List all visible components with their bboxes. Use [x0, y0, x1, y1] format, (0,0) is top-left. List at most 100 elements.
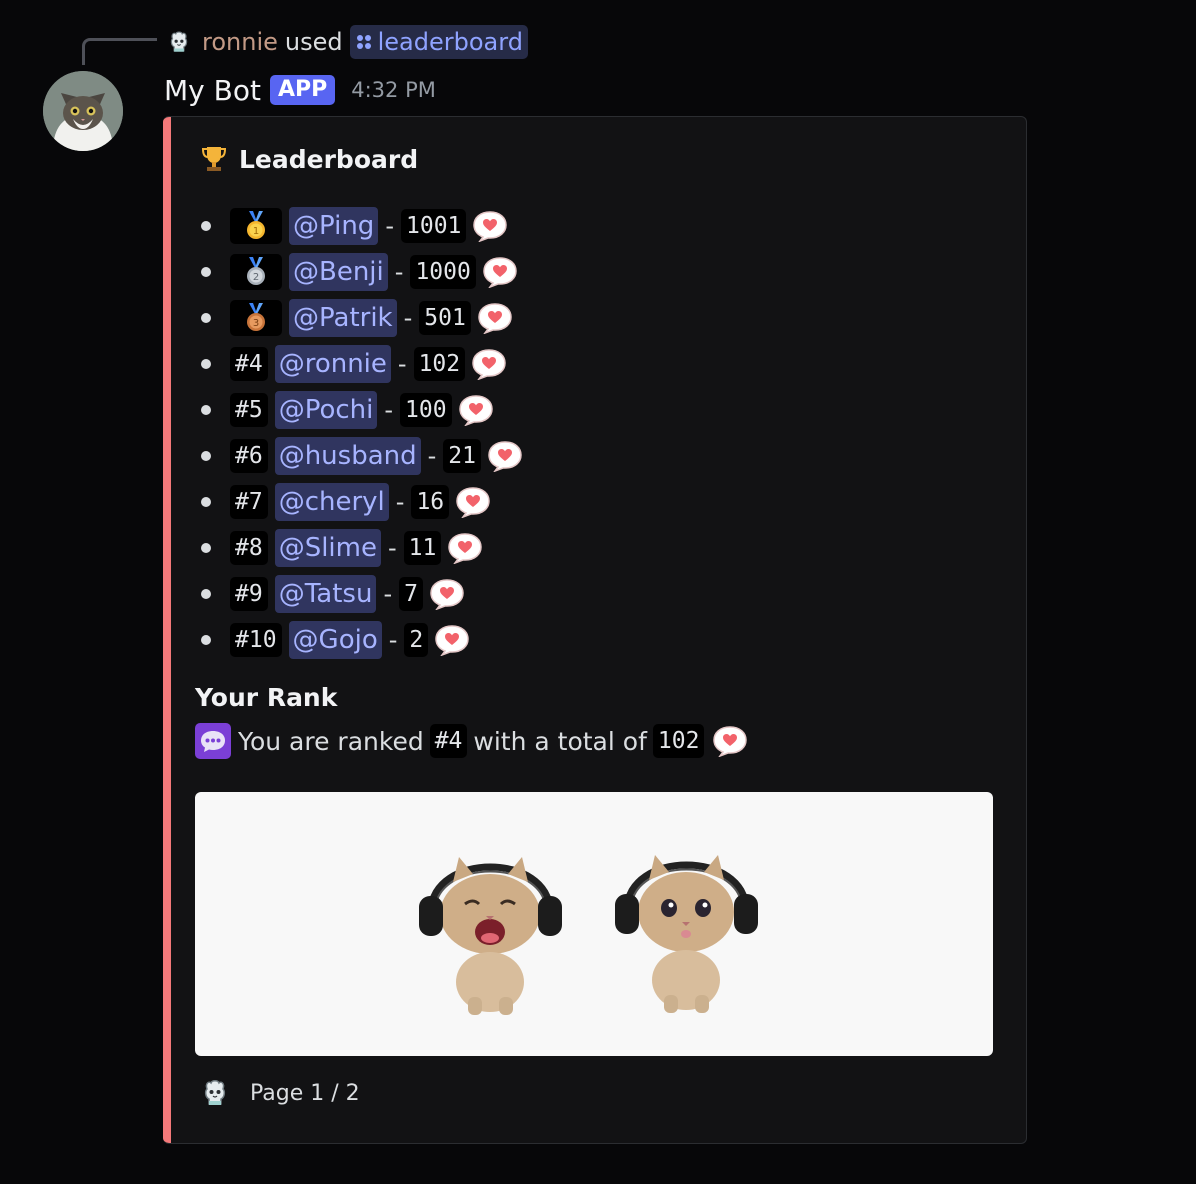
bot-name[interactable]: My Bot [164, 74, 261, 107]
rank-badge: #4 [230, 347, 268, 381]
separator: - [384, 396, 394, 424]
rank-badge: #10 [230, 623, 282, 657]
bot-avatar-icon [199, 1077, 231, 1109]
list-item: #9 @Tatsu - 7 [199, 571, 523, 617]
embed-footer: Page 1 / 2 [199, 1075, 360, 1111]
your-rank-value: #4 [429, 724, 468, 758]
your-rank-line: You are ranked #4 with a total of 102 [195, 721, 748, 761]
embed-title: Leaderboard [201, 144, 418, 174]
separator: - [397, 350, 407, 378]
medal-number: 3 [253, 318, 259, 329]
user-mention[interactable]: @Ping [289, 207, 379, 245]
separator: - [394, 258, 404, 286]
list-item: #6 @husband - 21 [199, 433, 523, 479]
page-indicator: Page 1 / 2 [250, 1080, 360, 1106]
medal-number: 1 [253, 226, 259, 237]
list-item: 3 @Patrik - 501 [199, 295, 523, 341]
list-item: #7 @cheryl - 16 [199, 479, 523, 525]
score-value: 16 [411, 485, 450, 519]
user-mention[interactable]: @Pochi [274, 391, 378, 429]
user-mention[interactable]: @Gojo [288, 621, 382, 659]
separator: - [403, 304, 413, 332]
slash-command-chip[interactable]: leaderboard [349, 25, 528, 59]
score-value: 11 [403, 531, 442, 565]
separator: - [385, 212, 394, 240]
heart-speech-bubble-icon [447, 532, 483, 564]
embed-title-text: Leaderboard [239, 144, 419, 174]
separator: - [383, 580, 393, 608]
heart-speech-bubble-icon [477, 302, 513, 334]
bullet [201, 221, 211, 231]
score-value: 100 [400, 393, 452, 427]
message-header: My Bot APP 4:32 PM [164, 70, 436, 110]
heart-speech-bubble-icon [472, 210, 508, 242]
list-item: #5 @Pochi - 100 [199, 387, 523, 433]
heart-speech-bubble-icon [458, 394, 494, 426]
calm-cat-headphones-image [615, 855, 758, 1013]
user-mention[interactable]: @ronnie [274, 345, 391, 383]
list-item: #10 @Gojo - 2 [199, 617, 523, 663]
bullet [201, 405, 211, 415]
separator: - [427, 442, 437, 470]
your-total-value: 102 [652, 724, 705, 758]
rank-badge: #8 [230, 531, 268, 565]
user-mention[interactable]: @Benji [289, 253, 388, 291]
user-mention[interactable]: @husband [274, 437, 421, 475]
user-mention[interactable]: @Slime [274, 529, 381, 567]
bullet [201, 359, 211, 369]
rank-badge: 1 [230, 208, 282, 244]
separator: - [387, 534, 397, 562]
speech-bubble-icon [195, 723, 231, 759]
embed-accent-bar [163, 117, 171, 1143]
score-value: 21 [443, 439, 481, 473]
embed-image[interactable] [195, 792, 993, 1056]
leaderboard-embed: Leaderboard 1 @Ping - 1001 2 @Benji - 10… [163, 116, 1027, 1144]
ronnie-avatar-icon[interactable] [166, 29, 192, 55]
bronze-medal-icon: 3 [247, 303, 265, 331]
bullet [201, 267, 211, 277]
separator: - [395, 488, 405, 516]
trophy-icon [201, 147, 227, 171]
heart-speech-bubble-icon [455, 486, 491, 518]
user-mention[interactable]: @Patrik [289, 299, 397, 337]
separator: - [388, 626, 398, 654]
heart-speech-bubble-icon [712, 725, 748, 757]
reply-connector [82, 38, 157, 65]
command-reference[interactable]: ronnie used leaderboard [166, 25, 528, 59]
rank-badge: 3 [230, 300, 282, 336]
user-mention[interactable]: @cheryl [274, 483, 389, 521]
singing-cat-headphones-image [419, 857, 562, 1015]
heart-speech-bubble-icon [429, 578, 465, 610]
bullet [201, 543, 211, 553]
medal-number: 2 [253, 272, 259, 283]
heart-speech-bubble-icon [471, 348, 507, 380]
rank-badge: #9 [230, 577, 268, 611]
rank-text-prefix: You are ranked [238, 726, 424, 756]
app-badge: APP [269, 75, 336, 105]
rank-badge: #5 [230, 393, 268, 427]
gold-medal-icon: 1 [247, 211, 265, 239]
message-timestamp[interactable]: 4:32 PM [351, 78, 436, 102]
list-item: #4 @ronnie - 102 [199, 341, 523, 387]
heart-speech-bubble-icon [482, 256, 518, 288]
cat-avatar-icon [43, 71, 123, 151]
reply-verb: used [284, 28, 343, 56]
apps-icon [356, 35, 371, 49]
bullet [201, 635, 211, 645]
reply-username[interactable]: ronnie [202, 28, 278, 56]
score-value: 1000 [410, 255, 476, 289]
bot-avatar[interactable] [43, 71, 123, 151]
user-mention[interactable]: @Tatsu [274, 575, 377, 613]
list-item: 2 @Benji - 1000 [199, 249, 523, 295]
rank-text-middle: with a total of [473, 726, 647, 756]
score-value: 102 [413, 347, 466, 381]
score-value: 7 [399, 577, 423, 611]
score-value: 501 [419, 301, 471, 335]
bullet [201, 313, 211, 323]
heart-speech-bubble-icon [434, 624, 470, 656]
bullet [201, 589, 211, 599]
score-value: 2 [404, 623, 429, 657]
rank-badge: #7 [230, 485, 268, 519]
list-item: 1 @Ping - 1001 [199, 203, 523, 249]
rank-badge: 2 [230, 254, 282, 290]
